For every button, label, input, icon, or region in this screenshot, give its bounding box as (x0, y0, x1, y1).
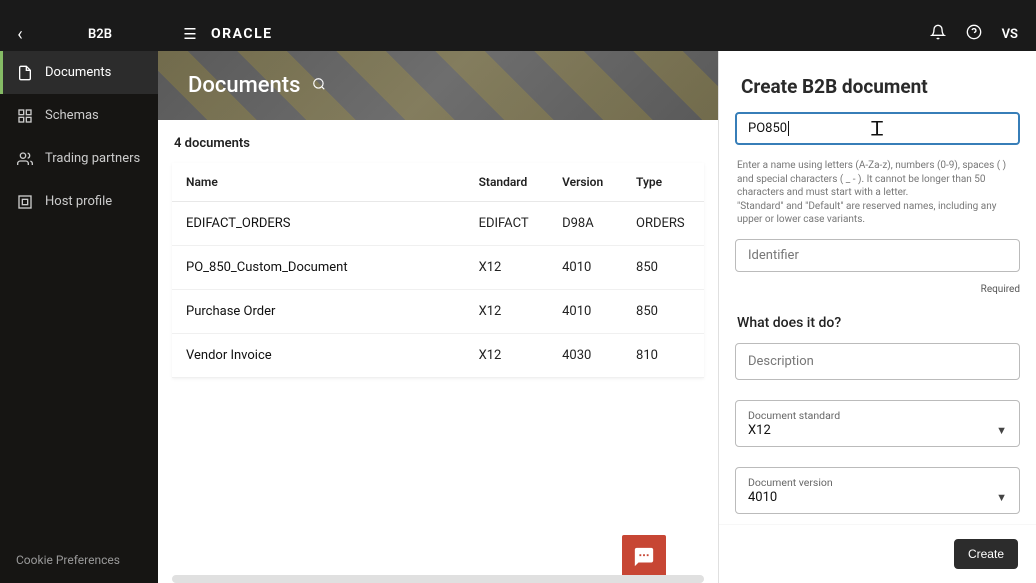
chevron-down-icon: ▼ (996, 424, 1007, 437)
cell-standard: X12 (465, 246, 548, 290)
cell-name: PO_850_Custom_Document (172, 246, 465, 290)
sidebar-item-host-profile[interactable]: Host profile (0, 180, 158, 223)
description-field[interactable]: Description (735, 343, 1020, 380)
required-label: Required (735, 284, 1020, 295)
schema-icon (16, 107, 33, 124)
partners-icon (16, 150, 33, 167)
cell-version: 4030 (548, 334, 622, 378)
sidebar-item-label: Documents (45, 65, 111, 80)
oracle-logo: ORACLE (211, 26, 273, 42)
sidebar: Documents Schemas Trading partners Host … (0, 51, 158, 583)
panel-title: Create B2B document (719, 51, 1036, 112)
cell-name: Purchase Order (172, 290, 465, 334)
cell-type: 810 (622, 334, 704, 378)
chat-button[interactable] (622, 535, 666, 579)
sidebar-item-label: Schemas (45, 108, 99, 123)
cookie-preferences[interactable]: Cookie Preferences (0, 537, 158, 583)
sidebar-item-label: Trading partners (45, 151, 140, 166)
name-input-value: PO850 (748, 121, 1007, 136)
col-name[interactable]: Name (172, 163, 465, 202)
create-button[interactable]: Create (954, 539, 1018, 569)
name-field[interactable]: PO850 Ꮖ (735, 112, 1020, 145)
cell-standard: EDIFACT (465, 202, 548, 246)
document-version-select[interactable]: Document version 4010 ▼ (735, 467, 1020, 514)
document-standard-select[interactable]: Document standard X12 ▼ (735, 400, 1020, 447)
table-row[interactable]: Purchase OrderX124010850 (172, 290, 704, 334)
host-icon (16, 193, 33, 210)
cell-type: ORDERS (622, 202, 704, 246)
main-content: Documents 4 documents Name Standard Vers… (158, 51, 718, 583)
search-icon[interactable] (312, 77, 326, 95)
table-row[interactable]: Vendor InvoiceX124030810 (172, 334, 704, 378)
chevron-down-icon: ▼ (996, 491, 1007, 504)
description-placeholder: Description (748, 354, 1007, 369)
version-label: Document version (748, 476, 1007, 489)
user-initials[interactable]: VS (1002, 27, 1018, 42)
document-count: 4 documents (172, 136, 704, 151)
col-version[interactable]: Version (548, 163, 622, 202)
version-value: 4010 (748, 490, 777, 505)
notifications-icon[interactable] (930, 24, 946, 44)
identifier-placeholder: Identifier (748, 248, 1007, 263)
sidebar-item-documents[interactable]: Documents (0, 51, 158, 94)
identifier-field[interactable]: Identifier (735, 239, 1020, 272)
cell-version: 4010 (548, 290, 622, 334)
col-standard[interactable]: Standard (465, 163, 548, 202)
cell-standard: X12 (465, 334, 548, 378)
cell-type: 850 (622, 246, 704, 290)
sidebar-item-trading-partners[interactable]: Trading partners (0, 137, 158, 180)
horizontal-scrollbar[interactable] (172, 575, 704, 583)
cell-version: 4010 (548, 246, 622, 290)
name-helper-text: Enter a name using letters (A-Za-z), num… (737, 159, 1018, 227)
back-button[interactable]: ‹ (0, 24, 40, 45)
hamburger-menu[interactable]: ☰ (175, 25, 205, 43)
cell-type: 850 (622, 290, 704, 334)
standard-label: Document standard (748, 409, 1007, 422)
page-title: Documents (188, 73, 300, 98)
file-icon (16, 64, 33, 81)
col-type[interactable]: Type (622, 163, 704, 202)
cell-version: D98A (548, 202, 622, 246)
table-row[interactable]: PO_850_Custom_DocumentX124010850 (172, 246, 704, 290)
create-document-panel: Create B2B document PO850 Ꮖ Enter a name… (718, 51, 1036, 583)
documents-table: Name Standard Version Type EDIFACT_ORDER… (172, 163, 704, 378)
product-name: B2B (40, 27, 160, 42)
cell-standard: X12 (465, 290, 548, 334)
help-icon[interactable] (966, 24, 982, 44)
cell-name: EDIFACT_ORDERS (172, 202, 465, 246)
sidebar-item-label: Host profile (45, 194, 112, 209)
sidebar-item-schemas[interactable]: Schemas (0, 94, 158, 137)
what-section-title: What does it do? (737, 315, 1018, 331)
standard-value: X12 (748, 423, 771, 438)
cell-name: Vendor Invoice (172, 334, 465, 378)
table-row[interactable]: EDIFACT_ORDERSEDIFACTD98AORDERS (172, 202, 704, 246)
